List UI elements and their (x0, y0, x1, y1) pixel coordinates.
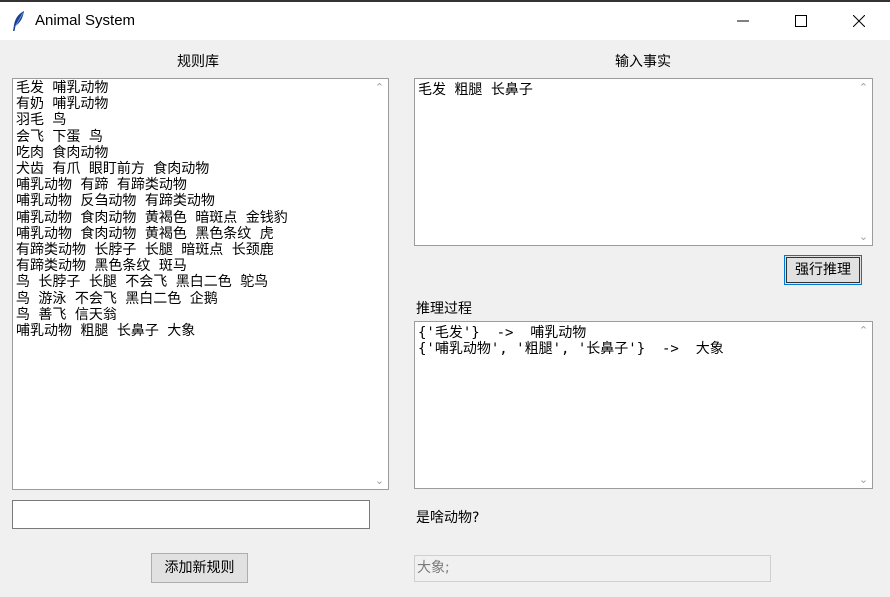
process-line: {'哺乳动物', '粗腿', '长鼻子'} -> 大象 (418, 341, 724, 358)
facts-label: 输入事实 (615, 54, 671, 70)
maximize-icon (795, 15, 807, 27)
rule-line: 哺乳动物 反刍动物 有蹄类动物 (16, 193, 215, 210)
rule-line: 有蹄类动物 长脖子 长腿 暗斑点 长颈鹿 (16, 242, 274, 259)
scroll-up-icon[interactable]: ⌃ (855, 79, 872, 96)
scroll-down-icon[interactable]: ⌄ (855, 471, 872, 488)
rules-label: 规则库 (177, 54, 219, 70)
rule-line: 哺乳动物 粗腿 长鼻子 大象 (16, 323, 196, 340)
rule-line: 犬齿 有爪 眼盯前方 食肉动物 (16, 161, 210, 178)
scroll-up-icon[interactable]: ⌃ (855, 322, 872, 339)
rule-line: 羽毛 鸟 (16, 112, 67, 129)
scroll-up-icon[interactable]: ⌃ (371, 79, 388, 96)
rules-scrollbar[interactable]: ⌃ ⌄ (371, 79, 388, 489)
minimize-button[interactable] (714, 2, 772, 40)
facts-scrollbar[interactable]: ⌃ ⌄ (855, 79, 872, 245)
process-scrollbar[interactable]: ⌃ ⌄ (855, 322, 872, 488)
scroll-down-icon[interactable]: ⌄ (371, 472, 388, 489)
rule-line: 哺乳动物 食肉动物 黄褐色 黑色条纹 虎 (16, 225, 274, 242)
close-button[interactable] (830, 2, 888, 40)
rule-line: 哺乳动物 食肉动物 黄褐色 暗斑点 金钱豹 (16, 209, 288, 226)
title-bar: Animal System (0, 0, 890, 40)
rules-textarea[interactable]: 毛发 哺乳动物 有奶 哺乳动物 羽毛 鸟会飞 下蛋 鸟吃肉 食肉动物 犬齿 有爪 眼盯… (12, 78, 389, 490)
process-label: 推理过程 (416, 301, 472, 317)
rule-line: 鸟 善飞 信天翁 (16, 306, 117, 323)
process-text: {'毛发'} -> 哺乳动物 {'哺乳动物', '粗腿', '长鼻子'} -> 大… (418, 325, 852, 488)
maximize-button[interactable] (772, 2, 830, 40)
rule-line: 鸟 游泳 不会飞 黑白二色 企鹅 (16, 290, 218, 307)
rules-text: 毛发 哺乳动物 有奶 哺乳动物 羽毛 鸟会飞 下蛋 鸟吃肉 食肉动物 犬齿 有爪 眼盯… (16, 80, 368, 489)
rule-line: 有蹄类动物 黑色条纹 斑马 (16, 258, 187, 275)
rule-line: 鸟 长脖子 长腿 不会飞 黑白二色 鸵鸟 (16, 274, 269, 291)
process-textarea[interactable]: {'毛发'} -> 哺乳动物 {'哺乳动物', '粗腿', '长鼻子'} -> 大… (414, 321, 873, 489)
answer-label: 是啥动物? (416, 510, 480, 526)
add-rule-button[interactable]: 添加新规则 (151, 553, 248, 583)
answer-field: 大象; (414, 555, 771, 582)
close-icon (853, 15, 865, 27)
infer-button[interactable]: 强行推理 (784, 255, 862, 285)
window-title: Animal System (35, 12, 136, 29)
facts-textarea[interactable]: 毛发 粗腿 长鼻子 ⌃ ⌄ (414, 78, 873, 246)
scroll-down-icon[interactable]: ⌄ (855, 228, 872, 245)
rule-line: 吃肉 食肉动物 (16, 144, 109, 161)
feather-icon (11, 10, 27, 32)
new-rule-input[interactable] (12, 500, 370, 529)
facts-text: 毛发 粗腿 长鼻子 (418, 82, 533, 98)
rule-line: 有奶 哺乳动物 (16, 96, 109, 113)
process-line: {'毛发'} -> 哺乳动物 (418, 325, 587, 341)
rule-line: 哺乳动物 有蹄 有蹄类动物 (16, 177, 187, 194)
rule-line: 会飞 下蛋 鸟 (16, 128, 103, 145)
minimize-icon (737, 15, 749, 27)
rule-line: 毛发 哺乳动物 (16, 80, 109, 96)
